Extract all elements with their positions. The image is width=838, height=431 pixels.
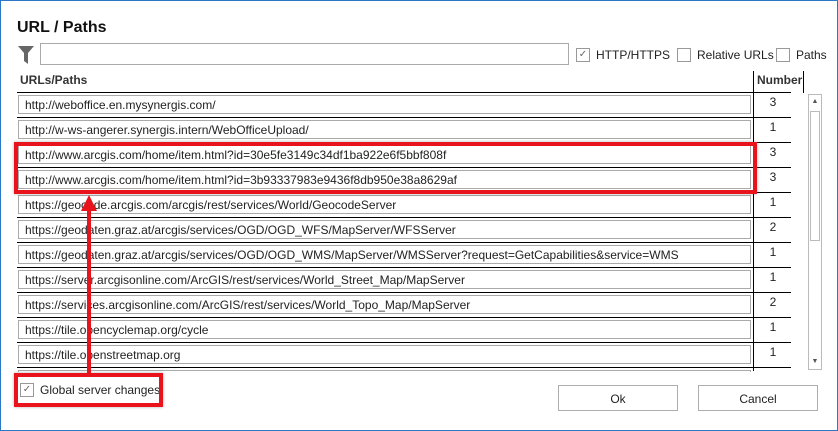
number-cell: 3 — [769, 95, 777, 109]
number-cell: 2 — [769, 220, 777, 234]
column-header-number[interactable]: Number — [757, 73, 802, 87]
checkbox-box — [677, 48, 691, 62]
number-cell: 1 — [769, 120, 777, 134]
option-label: Paths — [796, 48, 827, 62]
cancel-button[interactable]: Cancel — [698, 385, 818, 411]
url-cell[interactable]: https://services.arcgisonline.com/ArcGIS… — [18, 295, 751, 314]
option-label: HTTP/HTTPS — [596, 48, 670, 62]
highlight-box-global-changes — [14, 373, 163, 407]
url-cell[interactable] — [18, 370, 751, 372]
number-cell: 1 — [769, 195, 777, 209]
url-paths-dialog: URL / Paths ✓ HTTP/HTTPS Relative URLs P… — [0, 0, 838, 431]
number-cell: 2 — [769, 295, 777, 309]
http-https-checkbox[interactable]: ✓ HTTP/HTTPS — [576, 48, 670, 62]
table-row[interactable]: https://services.arcgisonline.com/ArcGIS… — [17, 292, 791, 317]
number-cell: 1 — [769, 345, 777, 359]
column-header-urls[interactable]: URLs/Paths — [20, 73, 87, 87]
filter-icon — [18, 46, 34, 64]
annotation-arrow-line — [87, 209, 91, 375]
url-cell[interactable]: https://geodaten.graz.at/arcgis/services… — [18, 220, 751, 239]
table-row[interactable]: http://weboffice.en.mysynergis.com/3 — [17, 92, 791, 117]
arrow-up-icon — [81, 195, 97, 211]
number-cell: 3 — [769, 145, 777, 159]
url-cell[interactable]: https://tile.opencyclemap.org/cycle — [18, 320, 751, 339]
url-cell[interactable]: http://w-ws-angerer.synergis.intern/WebO… — [18, 120, 751, 139]
url-cell[interactable]: https://geodaten.graz.at/arcgis/services… — [18, 245, 751, 264]
url-cell[interactable]: https://tile.openstreetmap.org — [18, 345, 751, 364]
vertical-scrollbar[interactable]: ▲ ▼ — [808, 94, 822, 370]
table-row[interactable] — [17, 367, 791, 372]
scroll-up-icon[interactable]: ▲ — [809, 95, 821, 109]
paths-checkbox[interactable]: Paths — [776, 48, 827, 62]
table-row[interactable]: https://tile.opencyclemap.org/cycle 1 — [17, 317, 791, 342]
option-label: Relative URLs — [697, 48, 774, 62]
url-cell[interactable]: http://weboffice.en.mysynergis.com/ — [18, 95, 751, 114]
table-row[interactable]: https://geodaten.graz.at/arcgis/services… — [17, 242, 791, 267]
column-divider — [803, 71, 804, 93]
table-row[interactable]: https://tile.openstreetmap.org 1 — [17, 342, 791, 367]
table-row[interactable]: https://server.arcgisonline.com/ArcGIS/r… — [17, 267, 791, 292]
highlight-box-arcgis-rows — [14, 142, 757, 194]
dialog-title: URL / Paths — [17, 19, 107, 36]
number-cell: 1 — [769, 270, 777, 284]
filter-input[interactable] — [40, 43, 569, 65]
table-row[interactable]: http://w-ws-angerer.synergis.intern/WebO… — [17, 117, 791, 142]
url-cell[interactable]: https://geocode.arcgis.com/arcgis/rest/s… — [18, 195, 751, 214]
number-cell: 1 — [769, 245, 777, 259]
scroll-down-icon[interactable]: ▼ — [809, 355, 821, 369]
ok-button[interactable]: Ok — [558, 385, 678, 411]
url-cell[interactable]: https://server.arcgisonline.com/ArcGIS/r… — [18, 270, 751, 289]
number-cell: 3 — [769, 170, 777, 184]
table-row[interactable]: https://geodaten.graz.at/arcgis/services… — [17, 217, 791, 242]
scroll-thumb[interactable] — [810, 111, 820, 241]
checkmark-icon: ✓ — [576, 48, 590, 62]
table-row[interactable]: https://geocode.arcgis.com/arcgis/rest/s… — [17, 192, 791, 217]
checkbox-box — [776, 48, 790, 62]
number-cell: 1 — [769, 320, 777, 334]
relative-urls-checkbox[interactable]: Relative URLs — [677, 48, 774, 62]
